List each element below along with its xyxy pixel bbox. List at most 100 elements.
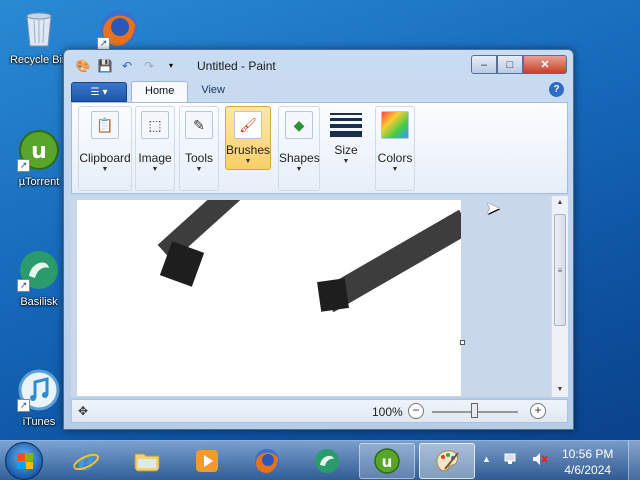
system-clock[interactable]: 10:56 PM 4/6/2024: [562, 446, 613, 478]
scroll-down-icon[interactable]: ▼: [552, 383, 568, 397]
folder-icon: [134, 453, 160, 472]
taskbar-paint[interactable]: [419, 443, 475, 479]
taskbar-media-player[interactable]: [179, 443, 235, 479]
mouse-pointer-icon: ➤: [485, 198, 501, 218]
desktop-icon-firefox[interactable]: ↗: [82, 6, 156, 50]
taskbar: e u ▲ 10:56 PM 4/6/2024: [0, 440, 640, 480]
maximize-button[interactable]: □: [497, 55, 523, 74]
colors-icon: [381, 111, 409, 139]
undo-icon[interactable]: ↶: [118, 57, 136, 74]
ribbon-group-label: Tools: [184, 151, 213, 165]
tab-home[interactable]: Home: [131, 81, 189, 102]
close-button[interactable]: ✕: [523, 55, 567, 74]
zoom-out-button[interactable]: −: [408, 403, 424, 419]
zoom-slider-thumb[interactable]: [471, 403, 478, 418]
chevron-down-icon: ▼: [151, 166, 159, 173]
ribbon-group-tools[interactable]: ✎ Tools ▼: [179, 106, 219, 191]
svg-text:u: u: [31, 139, 47, 164]
show-desktop-button[interactable]: [628, 441, 640, 480]
clipboard-icon: 📋: [91, 111, 119, 139]
save-icon[interactable]: 💾: [96, 57, 114, 74]
utorrent-icon: u ↗: [17, 128, 61, 172]
tools-icon: ✎: [185, 111, 213, 139]
tab-view[interactable]: View: [188, 81, 238, 102]
cursor-position-icon: ✥: [78, 404, 89, 418]
shortcut-arrow-icon: ↗: [17, 279, 30, 292]
ribbon-group-size[interactable]: Size ▼: [326, 106, 366, 191]
menu-icon: ☰: [90, 86, 100, 98]
shortcut-arrow-icon: ↗: [17, 399, 30, 412]
svg-text:u: u: [382, 453, 393, 471]
window-title: Untitled - Paint: [197, 59, 276, 73]
firefox-icon: [255, 449, 279, 473]
clock-date: 4/6/2024: [564, 463, 612, 477]
chevron-down-icon: ▼: [391, 166, 399, 173]
ribbon-group-brushes[interactable]: 🖌 Brushes ▼: [225, 106, 271, 170]
network-icon[interactable]: [503, 451, 519, 470]
canvas-workspace: ▲ ≡ ▼: [71, 196, 568, 397]
paint-menu-button[interactable]: ☰ ▾: [71, 82, 127, 102]
taskbar-firefox[interactable]: [239, 443, 295, 479]
chevron-down-icon: ▼: [295, 166, 303, 173]
ribbon-group-label: Clipboard: [79, 151, 131, 165]
ribbon-group-label: Size: [334, 143, 358, 157]
image-select-icon: ⬚: [141, 111, 169, 139]
ribbon-home: 📋 Clipboard ▼ ⬚ Image ▼ ✎ Tools ▼ 🖌 Brus…: [71, 102, 568, 194]
ribbon-group-colors[interactable]: Colors ▼: [375, 106, 415, 191]
zoom-level: 100%: [372, 405, 403, 419]
ribbon-group-label: Shapes: [279, 151, 320, 165]
svg-text:e: e: [78, 447, 95, 475]
volume-muted-icon[interactable]: [531, 451, 549, 470]
window-controls: ‒ □ ✕: [471, 55, 567, 74]
title-bar[interactable]: 🎨 💾 ↶ ↷ ▾ Untitled - Paint ‒ □ ✕: [64, 50, 573, 80]
shortcut-arrow-icon: ↗: [17, 159, 30, 172]
taskbar-basilisk[interactable]: [299, 443, 355, 479]
clock-time: 10:56 PM: [562, 447, 614, 461]
ribbon-group-image[interactable]: ⬚ Image ▼: [135, 106, 175, 191]
itunes-icon: ↗: [17, 368, 61, 412]
chevron-down-icon: ▼: [244, 158, 252, 165]
help-button[interactable]: ?: [549, 82, 564, 97]
windows-logo-icon: [17, 453, 33, 469]
paint-app-icon[interactable]: 🎨: [74, 57, 92, 74]
firefox-icon: ↗: [97, 6, 141, 50]
ribbon-group-label: Colors: [377, 151, 413, 165]
minimize-button[interactable]: ‒: [471, 55, 497, 74]
chevron-down-icon: ▼: [342, 158, 350, 165]
taskbar-internet-explorer[interactable]: e: [58, 443, 114, 479]
utorrent-icon: u: [374, 448, 400, 474]
chevron-down-icon: ▼: [101, 166, 109, 173]
size-icon: [330, 113, 362, 137]
drawing-canvas[interactable]: [77, 200, 461, 396]
scroll-up-icon[interactable]: ▲: [552, 196, 568, 210]
taskbar-file-explorer[interactable]: [119, 443, 175, 479]
basilisk-icon: ↗: [17, 248, 61, 292]
chevron-down-icon: ▾: [102, 86, 108, 98]
redo-icon[interactable]: ↷: [140, 57, 158, 74]
zoom-in-button[interactable]: +: [530, 403, 546, 419]
chevron-down-icon: ▼: [195, 166, 203, 173]
customize-qat-icon[interactable]: ▾: [162, 57, 180, 74]
paint-window: 🎨 💾 ↶ ↷ ▾ Untitled - Paint ‒ □ ✕ ☰ ▾ Hom…: [63, 49, 574, 430]
taskbar-utorrent[interactable]: u: [359, 443, 415, 479]
ribbon-group-clipboard[interactable]: 📋 Clipboard ▼: [78, 106, 132, 191]
brushes-icon: 🖌: [234, 111, 262, 139]
quick-access-toolbar: 🎨 💾 ↶ ↷ ▾: [74, 57, 180, 74]
ribbon-group-label: Brushes: [226, 143, 271, 157]
vertical-scrollbar[interactable]: ▲ ≡ ▼: [551, 196, 568, 397]
show-hidden-icons-button[interactable]: ▲: [482, 454, 491, 470]
recycle-bin-icon: [17, 6, 61, 50]
shapes-icon: ◆: [285, 111, 313, 139]
brush-stroke-end: [317, 278, 349, 312]
scrollbar-thumb[interactable]: ≡: [554, 214, 566, 326]
basilisk-icon: [315, 449, 339, 473]
canvas-resize-handle[interactable]: [460, 340, 465, 345]
system-tray: ▲: [482, 451, 549, 470]
start-button[interactable]: [5, 442, 43, 480]
media-player-icon: [196, 450, 218, 472]
ribbon-group-shapes[interactable]: ◆ Shapes ▼: [278, 106, 320, 191]
internet-explorer-icon: e: [73, 447, 99, 475]
ribbon-group-label: Image: [138, 151, 172, 165]
status-bar: ✥ 100% − +: [71, 399, 568, 423]
paint-icon: [436, 450, 459, 472]
